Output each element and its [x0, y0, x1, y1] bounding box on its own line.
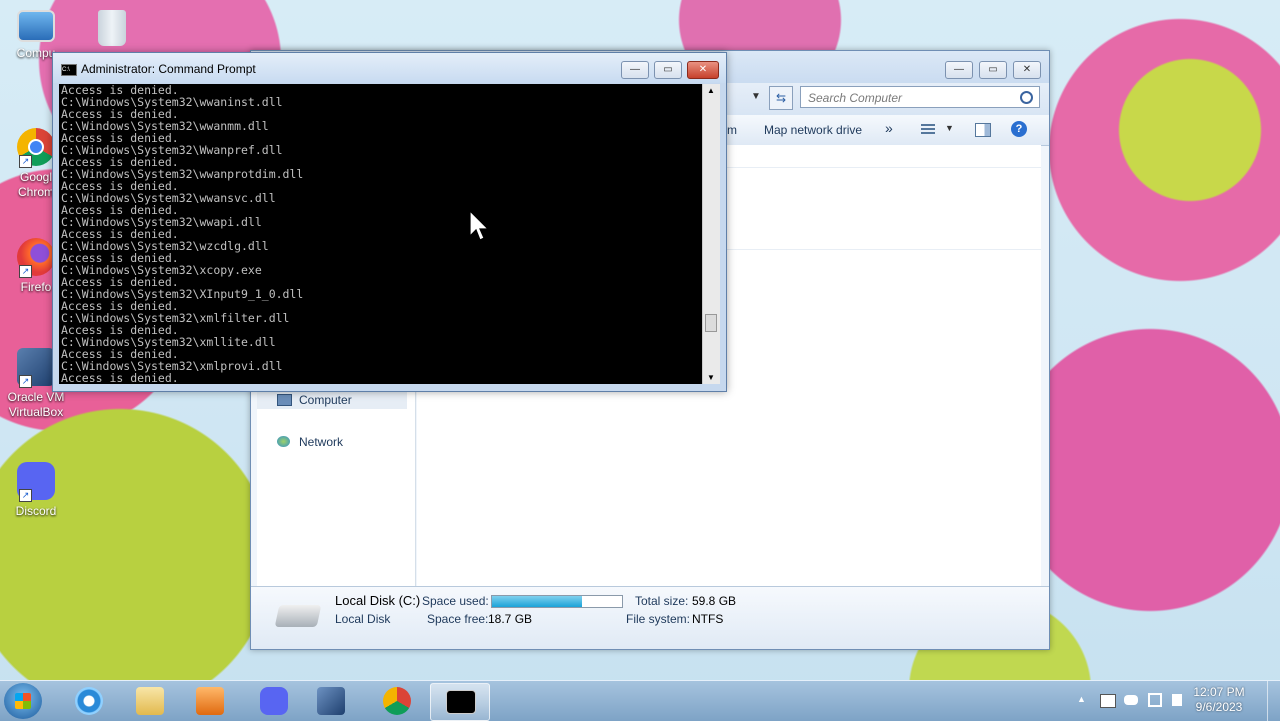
explorer-close-button[interactable]: ✕ [1013, 61, 1041, 79]
search-input[interactable]: Search Computer [800, 86, 1040, 108]
toolbar-partial-item[interactable]: m [727, 123, 737, 137]
shortcut-arrow-icon: ↗ [19, 265, 32, 278]
recycle-bin-icon [98, 10, 126, 46]
firefox-icon: ↗ [17, 238, 55, 278]
action-center-icon[interactable] [1100, 694, 1116, 708]
console-output[interactable]: Access is denied. C:\Windows\System32\wwa… [59, 84, 702, 384]
media-player-icon [196, 687, 224, 715]
taskbar-chrome[interactable] [368, 683, 426, 719]
discord-icon [260, 687, 288, 715]
taskbar: ▲ 12:07 PM 9/6/2023 [0, 680, 1280, 721]
desktop-icon-discord[interactable]: ↗ Discord [0, 462, 72, 518]
cmd-close-button[interactable]: ✕ [687, 61, 719, 79]
network-icon [277, 436, 290, 447]
windows-logo-icon [15, 693, 31, 709]
shortcut-arrow-icon: ↗ [19, 155, 32, 168]
scroll-down-arrow-icon[interactable]: ▼ [707, 373, 715, 382]
map-network-drive-button[interactable]: Map network drive [764, 123, 862, 137]
console-line: Access is denied. [61, 371, 179, 384]
explorer-minimize-button[interactable]: — [945, 61, 973, 79]
clock-time: 12:07 PM [1193, 685, 1245, 699]
chrome-icon [383, 687, 411, 715]
chrome-icon: ↗ [17, 128, 55, 168]
taskbar-internet-explorer[interactable] [60, 683, 118, 719]
computer-icon [17, 10, 55, 42]
explorer-maximize-button[interactable]: ▭ [979, 61, 1007, 79]
space-used-bar [491, 595, 623, 608]
taskbar-discord[interactable] [245, 683, 303, 719]
details-pane: Local Disk (C:) Local Disk Space used: S… [251, 586, 1049, 649]
vertical-scrollbar[interactable]: ▲ ▼ [702, 84, 720, 384]
cmd-maximize-button[interactable]: ▭ [654, 61, 682, 79]
window-title: Administrator: Command Prompt [81, 62, 256, 76]
nav-item-network[interactable]: Network [257, 433, 407, 451]
discord-tray-icon[interactable] [1124, 695, 1138, 705]
shortcut-arrow-icon: ↗ [19, 489, 32, 502]
command-prompt-icon [446, 690, 476, 714]
scroll-up-arrow-icon[interactable]: ▲ [707, 86, 715, 95]
start-button[interactable] [4, 683, 42, 719]
scroll-thumb[interactable] [705, 314, 717, 332]
nav-item-computer[interactable]: Computer [257, 391, 407, 409]
computer-icon [277, 394, 292, 406]
volume-muted-icon[interactable] [1172, 694, 1182, 706]
space-used-bar-fill [492, 596, 582, 607]
mouse-pointer-icon [469, 210, 489, 241]
network-tray-icon[interactable] [1148, 693, 1162, 707]
refresh-button[interactable]: ⇆ [769, 86, 793, 110]
search-icon [1020, 91, 1033, 104]
taskbar-command-prompt[interactable] [430, 683, 490, 721]
change-view-icon[interactable] [921, 124, 935, 136]
taskbar-media-player[interactable] [181, 683, 239, 719]
discord-icon: ↗ [17, 462, 55, 502]
taskbar-file-explorer[interactable] [121, 683, 179, 719]
preview-pane-icon[interactable] [975, 123, 991, 137]
help-icon[interactable]: ? [1011, 121, 1027, 137]
drive-icon [274, 605, 322, 627]
file-explorer-icon [136, 687, 164, 715]
view-dropdown-icon[interactable]: ▼ [945, 123, 954, 133]
system-clock[interactable]: 12:07 PM 9/6/2023 [1184, 685, 1254, 715]
taskbar-virtualbox[interactable] [302, 683, 360, 719]
shortcut-arrow-icon: ↗ [19, 375, 32, 388]
show-hidden-icons-button[interactable]: ▲ [1077, 694, 1086, 704]
clock-date: 9/6/2023 [1195, 700, 1243, 714]
show-desktop-button[interactable] [1267, 681, 1280, 721]
virtualbox-icon [317, 687, 345, 715]
internet-explorer-icon [75, 687, 103, 715]
desktop-icon-recycle-bin[interactable] [76, 10, 148, 50]
command-prompt-icon: C:\ [61, 64, 77, 76]
address-dropdown-icon[interactable]: ▼ [751, 91, 761, 102]
cmd-minimize-button[interactable]: — [621, 61, 649, 79]
virtualbox-icon: ↗ [17, 348, 55, 388]
command-prompt-window[interactable]: C:\ Administrator: Command Prompt — ▭ ✕ … [52, 52, 727, 392]
toolbar-overflow-button[interactable]: » [885, 120, 893, 136]
